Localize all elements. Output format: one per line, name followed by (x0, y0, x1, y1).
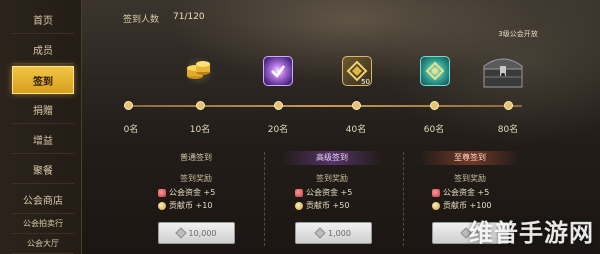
reward-line: 公会资金 +5 (295, 187, 352, 198)
reward-title: 签到奖励 (180, 174, 212, 183)
milestone-label: 20名 (267, 125, 289, 135)
sidebar-item-guild-hall[interactable]: 公会大厅 (12, 234, 74, 254)
column-divider (264, 152, 265, 246)
checkin-normal-button[interactable]: 10,000 (158, 222, 235, 244)
contribution-coin-icon (295, 201, 303, 210)
milestone-label: 0名 (123, 125, 139, 135)
sidebar-item-members[interactable]: 成员 (12, 36, 74, 64)
sidebar-item-auction[interactable]: 公会拍卖行 (12, 214, 74, 234)
badge-count: 50 (361, 78, 370, 86)
milestone-label: 80名 (497, 125, 519, 135)
sidebar-item-label: 捐赠 (33, 106, 53, 117)
milestone-dot (196, 101, 205, 110)
chest-unlock-label: 3级公会开放 (498, 30, 538, 38)
price-text: 1,000 (328, 228, 351, 238)
checkin-advanced-button[interactable]: 1,000 (295, 222, 372, 244)
sidebar-item-label: 聚餐 (33, 166, 53, 177)
diamond-icon (174, 227, 187, 239)
price-text: 10,000 (188, 228, 217, 238)
sidebar-item-label: 成员 (33, 46, 53, 57)
milestone-dot (430, 101, 439, 110)
sidebar-item-donate[interactable]: 捐赠 (12, 96, 74, 124)
milestone-dot (352, 101, 361, 110)
reward-title: 签到奖励 (316, 174, 348, 183)
reward-title: 签到奖励 (454, 174, 486, 183)
sidebar-item-label: 公会拍卖行 (23, 219, 63, 228)
sidebar-item-guild-shop[interactable]: 公会商店 (12, 186, 74, 214)
reward-line: 贡献币 +10 (158, 200, 212, 211)
milestone-label: 40名 (345, 125, 367, 135)
watermark: 维普手游网 (469, 219, 594, 247)
gold-coins-icon[interactable] (184, 56, 214, 86)
checkin-progress-track (124, 105, 522, 107)
tier-title-advanced: 高级签到 (282, 151, 382, 165)
sidebar-item-label: 签到 (33, 76, 53, 88)
reward-line: 贡献币 +50 (295, 200, 349, 211)
reward-text: 贡献币 +100 (443, 201, 492, 210)
reward-line: 贡献币 +100 (432, 200, 492, 211)
reward-text: 公会资金 +5 (443, 188, 490, 197)
milestone-label: 60名 (423, 125, 445, 135)
reward-text: 公会资金 +5 (306, 188, 353, 197)
tier-title-normal: 普通签到 (180, 153, 212, 162)
sidebar-item-feast[interactable]: 聚餐 (12, 156, 74, 184)
guild-fund-icon (432, 188, 440, 197)
milestone-label: 10名 (189, 125, 211, 135)
reward-text: 贡献币 +50 (306, 201, 350, 210)
reward-line: 公会资金 +5 (432, 187, 489, 198)
sidebar-item-label: 公会大厅 (27, 239, 59, 248)
teal-emblem-icon[interactable] (420, 56, 450, 86)
reward-text: 贡献币 +10 (169, 201, 213, 210)
milestone-dot (504, 101, 513, 110)
guild-fund-icon (158, 188, 166, 197)
reward-line: 公会资金 +5 (158, 187, 215, 198)
milestone-dot (124, 101, 133, 110)
sidebar-item-home[interactable]: 首页 (12, 6, 74, 34)
checkin-count-value: 71/120 (173, 12, 205, 22)
gold-badge-icon[interactable]: 50 (342, 56, 372, 86)
purple-orb-icon[interactable] (263, 56, 293, 86)
column-divider (403, 152, 404, 246)
contribution-coin-icon (158, 201, 166, 210)
reward-text: 公会资金 +5 (169, 188, 216, 197)
sidebar-item-checkin[interactable]: 签到 (12, 66, 74, 94)
chest-icon[interactable] (480, 50, 526, 90)
tier-title-supreme: 至尊签到 (420, 151, 520, 165)
sidebar-item-label: 首页 (33, 16, 53, 27)
milestone-dot (274, 101, 283, 110)
sidebar: 首页 成员 签到 捐赠 增益 聚餐 公会商店 公会拍卖行 公会大厅 (0, 0, 82, 254)
sidebar-item-label: 公会商店 (23, 196, 63, 207)
sidebar-item-label: 增益 (33, 136, 53, 147)
guild-fund-icon (295, 188, 303, 197)
sidebar-item-buff[interactable]: 增益 (12, 126, 74, 154)
checkin-count-label: 签到人数 (123, 15, 160, 25)
contribution-coin-icon (432, 201, 440, 210)
diamond-icon (314, 227, 326, 239)
